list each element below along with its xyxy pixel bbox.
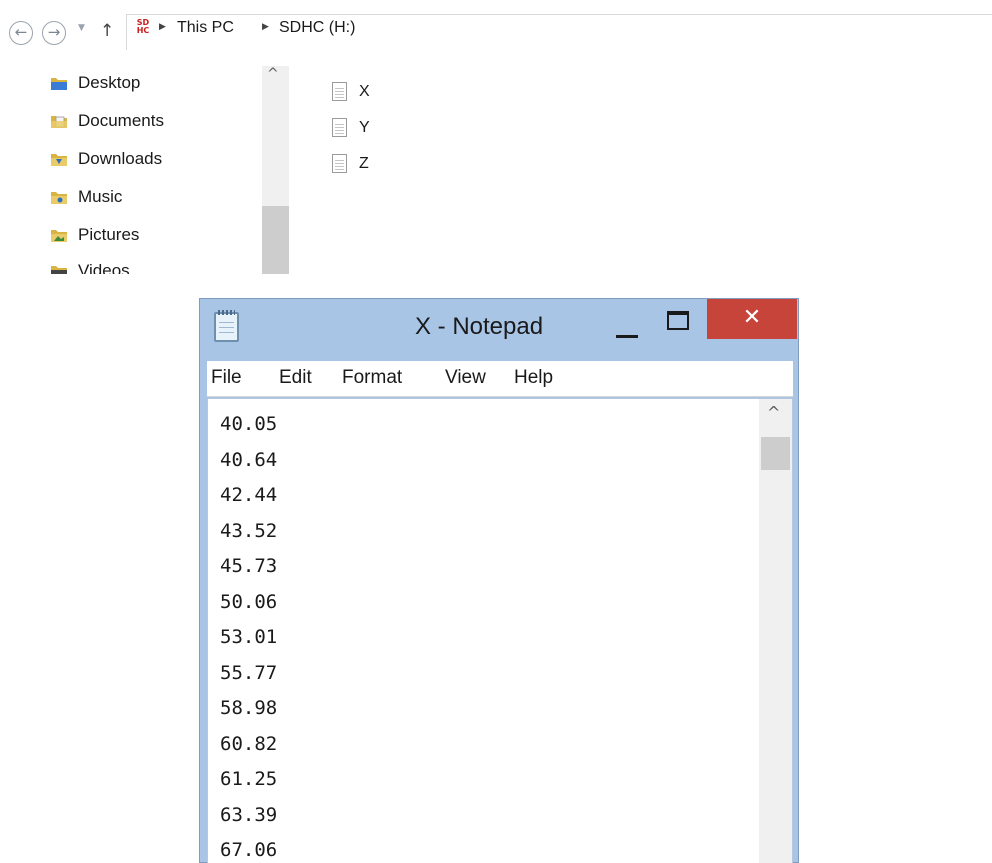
window-title: X - Notepad [415, 313, 544, 340]
address-box[interactable]: SD HC ▶ This PC ▶ SDHC (H:) [126, 14, 992, 50]
scroll-up-icon[interactable]: ^ [267, 66, 279, 82]
desktop-folder-icon [51, 78, 67, 90]
nav-item-label: Pictures [78, 225, 140, 244]
sdhc-drive-icon: SD HC [136, 18, 150, 35]
nav-item-desktop[interactable]: Desktop [50, 72, 250, 96]
text-line: 40.64 [220, 448, 278, 471]
nav-item-pictures[interactable]: Pictures [50, 224, 250, 248]
menu-help[interactable]: Help [514, 367, 553, 389]
explorer-address-bar: ← → ▼ ↑ SD HC ▶ This PC ▶ SDHC (H:) [0, 0, 992, 50]
forward-arrow-icon: → [47, 23, 61, 41]
text-file-icon [332, 82, 347, 101]
text-line: 43.52 [220, 519, 278, 542]
text-line: 58.98 [220, 697, 278, 719]
nav-item-label: Documents [78, 111, 164, 130]
up-arrow-icon: ↑ [100, 21, 115, 41]
breadcrumb-sdhc-drive[interactable]: SDHC (H:) [279, 19, 355, 37]
notepad-text-content[interactable]: 40.05 40.64 42.44 43.52 45.73 50.06 53.0… [220, 407, 277, 863]
back-arrow-icon: ← [14, 23, 28, 41]
text-line: 55.77 [220, 661, 278, 684]
nav-item-label: Downloads [78, 149, 163, 168]
file-item-z[interactable]: Z [332, 151, 452, 177]
videos-folder-icon [51, 266, 67, 274]
file-item-y[interactable]: Y [332, 115, 452, 141]
nav-item-label: Music [78, 187, 123, 206]
chevron-down-icon: ▼ [78, 23, 85, 33]
up-button[interactable]: ↑ [100, 21, 114, 41]
notepad-window: X - Notepad ✕ File Edit Format View Help… [199, 298, 799, 863]
pictures-folder-icon [51, 230, 67, 242]
file-name: Y [359, 119, 370, 136]
text-line: 67.06 [220, 839, 278, 861]
file-item-x[interactable]: X [332, 79, 452, 105]
text-line: 63.39 [220, 803, 278, 826]
text-line: 42.44 [220, 484, 278, 506]
nav-item-videos[interactable]: Videos [50, 260, 250, 274]
text-line: 50.06 [220, 590, 278, 613]
menu-view[interactable]: View [445, 367, 486, 389]
back-button[interactable]: ← [9, 21, 33, 45]
close-button[interactable]: ✕ [707, 299, 797, 339]
notepad-titlebar[interactable]: X - Notepad ✕ [200, 299, 798, 354]
menu-edit[interactable]: Edit [279, 367, 312, 389]
menu-file[interactable]: File [211, 367, 242, 389]
nav-item-documents[interactable]: Documents [50, 110, 250, 134]
file-name: X [359, 83, 370, 100]
breadcrumb-this-pc[interactable]: This PC [177, 19, 234, 37]
nav-item-music[interactable]: Music [50, 186, 250, 210]
documents-folder-icon [51, 116, 67, 128]
close-icon: ✕ [742, 305, 762, 330]
nav-item-label: Videos [78, 261, 130, 274]
nav-pane-scrollbar[interactable]: ^ [262, 66, 289, 274]
recent-locations-button[interactable]: ▼ [78, 23, 85, 33]
nav-item-downloads[interactable]: Downloads [50, 148, 250, 172]
music-folder-icon [51, 192, 67, 204]
notepad-scrollbar[interactable]: ^ [759, 399, 792, 863]
text-line: 40.05 [220, 413, 278, 435]
text-file-icon [332, 154, 347, 173]
notepad-text-area[interactable]: 40.05 40.64 42.44 43.52 45.73 50.06 53.0… [207, 398, 793, 863]
text-line: 45.73 [220, 555, 278, 577]
text-line: 60.82 [220, 732, 278, 755]
navigation-pane: Desktop Documents Downloads Music Pictur… [0, 66, 290, 274]
nav-pane-scroll-thumb[interactable] [262, 206, 289, 274]
text-line: 61.25 [220, 768, 278, 790]
file-name: Z [359, 155, 369, 172]
nav-item-label: Desktop [78, 73, 141, 92]
minimize-button[interactable] [616, 335, 638, 338]
text-line: 53.01 [220, 626, 278, 648]
scroll-up-icon[interactable]: ^ [767, 403, 780, 422]
notepad-scroll-thumb[interactable] [761, 437, 790, 470]
downloads-folder-icon [51, 154, 67, 166]
notepad-menubar: File Edit Format View Help [207, 361, 793, 397]
forward-button[interactable]: → [42, 21, 66, 45]
text-file-icon [332, 118, 347, 137]
notepad-app-icon[interactable] [214, 310, 239, 342]
menu-format[interactable]: Format [342, 367, 402, 389]
maximize-button[interactable] [667, 311, 689, 330]
breadcrumb-separator-icon[interactable]: ▶ [159, 22, 166, 32]
breadcrumb-separator-icon[interactable]: ▶ [262, 22, 269, 32]
